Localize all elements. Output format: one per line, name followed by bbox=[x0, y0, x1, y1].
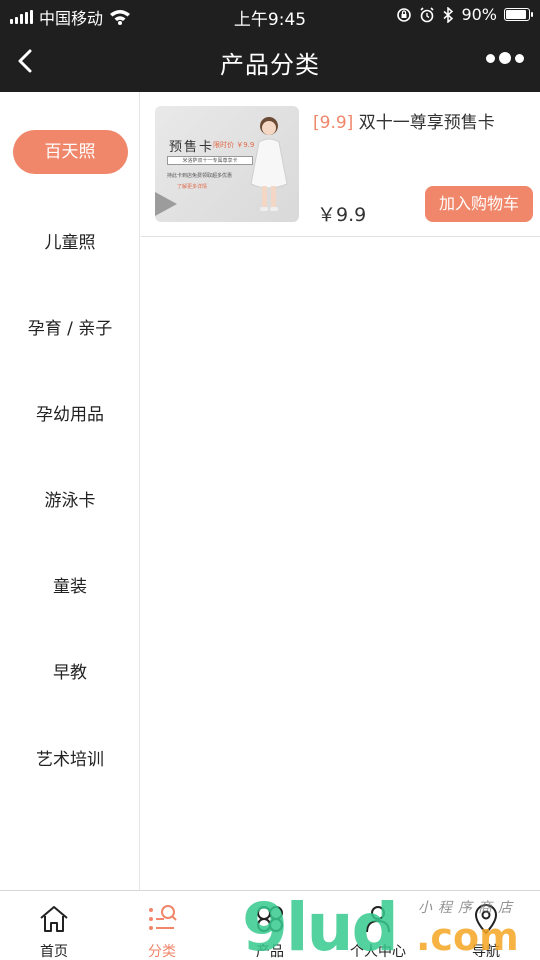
tab-profile[interactable]: 个人中心 bbox=[324, 891, 432, 960]
product-card[interactable]: 预售卡 限时价 ￥9.9 米洛萨双十一专属尊享卡 持此卡到店免费领取超多优惠 了… bbox=[141, 92, 540, 237]
product-price: ￥9.9 bbox=[317, 204, 367, 226]
image-band-text: 米洛萨双十一专属尊享卡 bbox=[167, 156, 253, 165]
page-title: 产品分类 bbox=[220, 51, 320, 79]
tab-label: 导航 bbox=[472, 944, 500, 960]
category-item-baitianzhao[interactable]: 百天照 bbox=[0, 130, 140, 174]
category-item-kids-clothing[interactable]: 童装 bbox=[0, 572, 140, 597]
more-dot bbox=[499, 52, 511, 64]
category-item-swim-card[interactable]: 游泳卡 bbox=[0, 486, 140, 511]
image-decoration bbox=[155, 192, 177, 216]
tab-home[interactable]: 首页 bbox=[0, 891, 108, 960]
tab-category[interactable]: 分类 bbox=[108, 891, 216, 960]
product-name[interactable]: [9.9] 双十一尊享预售卡 bbox=[313, 108, 495, 133]
product-image[interactable]: 预售卡 限时价 ￥9.9 米洛萨双十一专属尊享卡 持此卡到店免费领取超多优惠 了… bbox=[155, 106, 299, 222]
product-title: 双十一尊享预售卡 bbox=[358, 113, 495, 133]
image-more-text: 了解更多详情 bbox=[177, 184, 208, 190]
category-label: 艺术培训 bbox=[36, 750, 104, 770]
category-label: 百天照 bbox=[12, 130, 128, 174]
nav-bar: 产品分类 bbox=[0, 30, 540, 92]
battery-fill bbox=[506, 10, 526, 19]
location-pin-icon bbox=[474, 904, 498, 935]
image-title: 预售卡 bbox=[169, 140, 215, 155]
status-right: 90% bbox=[396, 5, 533, 24]
bluetooth-icon bbox=[443, 6, 454, 23]
image-line-text: 持此卡到店免费领取超多优惠 bbox=[167, 173, 233, 179]
tab-label: 个人中心 bbox=[350, 944, 406, 960]
category-item-child-photo[interactable]: 儿童照 bbox=[0, 228, 140, 253]
tab-bar: 首页 分类 产品 个人中心 导航 bbox=[0, 890, 540, 960]
category-label: 儿童照 bbox=[44, 233, 96, 253]
category-item-art-training[interactable]: 艺术培训 bbox=[0, 745, 140, 770]
tab-navigation[interactable]: 导航 bbox=[432, 891, 540, 960]
status-bar: 中国移动 上午9:45 90% bbox=[0, 0, 540, 30]
tab-label: 分类 bbox=[148, 944, 176, 960]
add-to-cart-button[interactable]: 加入购物车 bbox=[425, 186, 533, 222]
category-icon bbox=[149, 905, 177, 930]
product-tag: [9.9] bbox=[313, 113, 354, 133]
category-sidebar: 百天照 儿童照 孕育 / 亲子 孕幼用品 游泳卡 童装 早教 艺术培训 bbox=[0, 92, 140, 890]
battery-percent: 90% bbox=[461, 5, 497, 24]
category-label: 游泳卡 bbox=[44, 491, 96, 511]
battery-icon bbox=[504, 8, 533, 21]
home-icon bbox=[40, 906, 68, 932]
tab-label: 首页 bbox=[40, 944, 68, 960]
category-item-early-education[interactable]: 早教 bbox=[0, 658, 140, 683]
category-label: 早教 bbox=[53, 663, 87, 683]
category-item-baby-supplies[interactable]: 孕幼用品 bbox=[0, 400, 140, 425]
category-label: 童装 bbox=[53, 577, 87, 597]
product-list: 预售卡 限时价 ￥9.9 米洛萨双十一专属尊享卡 持此卡到店免费领取超多优惠 了… bbox=[141, 92, 540, 890]
alarm-icon bbox=[420, 6, 435, 22]
category-label: 孕育 / 亲子 bbox=[27, 319, 113, 339]
more-dot bbox=[515, 53, 524, 63]
child-photo-illustration bbox=[250, 117, 288, 211]
category-item-parenting[interactable]: 孕育 / 亲子 bbox=[0, 314, 140, 339]
user-icon bbox=[366, 906, 390, 933]
rotation-lock-icon bbox=[397, 7, 412, 22]
tab-product[interactable]: 产品 bbox=[216, 891, 324, 960]
category-label: 孕幼用品 bbox=[36, 405, 104, 425]
more-dots-icon[interactable] bbox=[486, 52, 524, 64]
tab-label: 产品 bbox=[256, 944, 284, 960]
product-icon bbox=[257, 906, 283, 932]
more-dot bbox=[486, 53, 495, 63]
